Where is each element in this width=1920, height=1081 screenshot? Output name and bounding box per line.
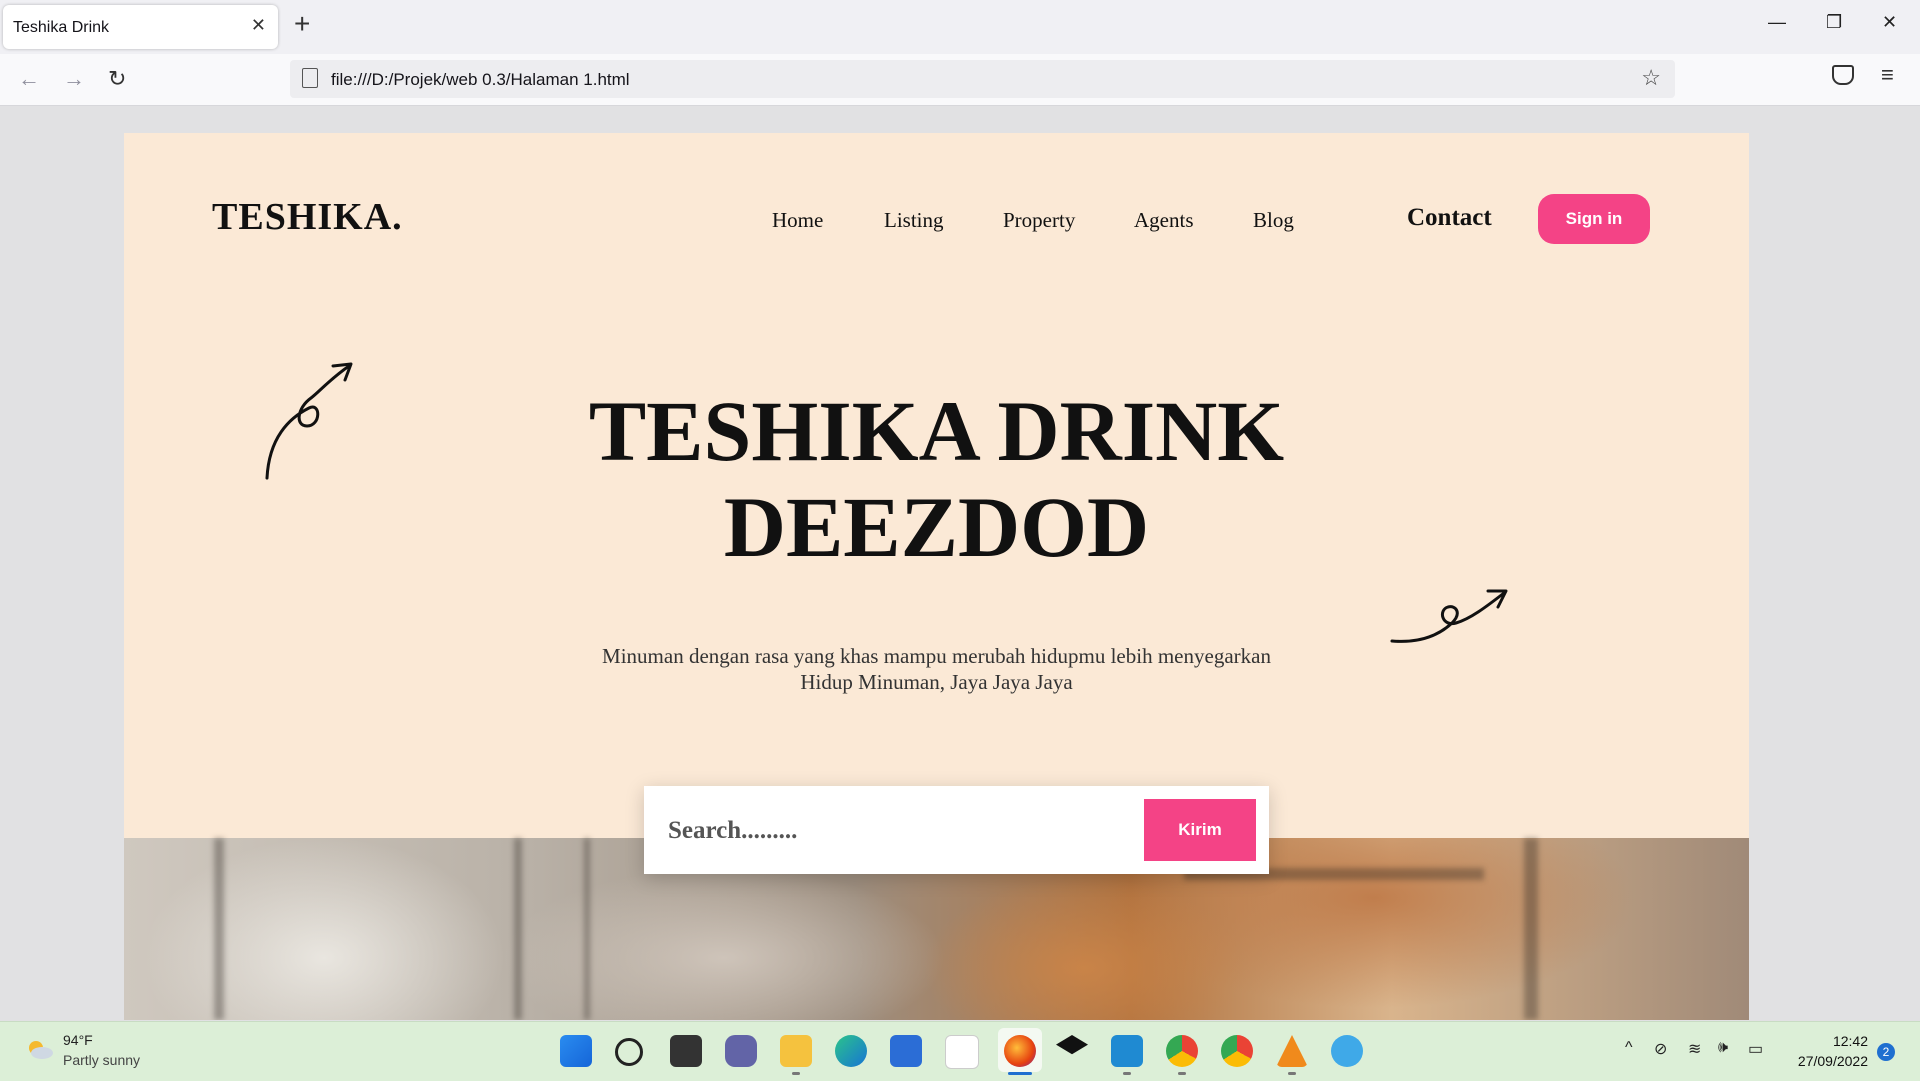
page-icon	[302, 68, 318, 88]
contact-link[interactable]: Contact	[1407, 204, 1492, 232]
minimize-icon[interactable]: —	[1768, 12, 1786, 33]
edge-icon[interactable]	[835, 1035, 867, 1067]
search-input[interactable]	[666, 808, 1110, 854]
nav-agents[interactable]: Agents	[1134, 208, 1194, 233]
decorative-arrow-right-icon	[1390, 589, 1508, 643]
close-window-icon[interactable]: ✕	[1882, 12, 1897, 33]
tab-bar: Teshika Drink ✕ + — ❐ ✕	[0, 0, 1920, 54]
pocket-icon[interactable]	[1832, 65, 1854, 85]
task-view-icon[interactable]	[670, 1035, 702, 1067]
back-icon[interactable]: ←	[18, 66, 40, 92]
bookmark-star-icon[interactable]: ☆	[1641, 65, 1661, 91]
file-explorer-icon[interactable]	[780, 1035, 812, 1067]
nav-listing[interactable]: Listing	[884, 208, 944, 233]
photo-blur-shape	[214, 838, 224, 1020]
nav-property[interactable]: Property	[1003, 208, 1075, 233]
paint-icon[interactable]	[1331, 1035, 1363, 1067]
windows-start-icon[interactable]	[560, 1035, 592, 1067]
vscode-icon[interactable]	[1111, 1035, 1143, 1067]
store-icon[interactable]	[890, 1035, 922, 1067]
url-bar[interactable]: file:///D:/Projek/web 0.3/Halaman 1.html…	[290, 60, 1675, 98]
web-page: TESHIKA. Home Listing Property Agents Bl…	[124, 133, 1749, 1020]
weather-condition[interactable]: Partly sunny	[63, 1052, 140, 1068]
weather-temperature[interactable]: 94°F	[63, 1032, 93, 1048]
hero-subtitle-line-2: Hidup Minuman, Jaya Jaya Jaya	[800, 670, 1073, 694]
running-indicator	[1123, 1072, 1131, 1075]
chrome-profile-icon[interactable]	[1166, 1035, 1198, 1067]
taskbar: 94°F Partly sunny ^ ⊘ ≋ 🕪 ▭ 12:42 27/09/…	[0, 1021, 1920, 1081]
hero-section: TESHIKA. Home Listing Property Agents Bl…	[124, 133, 1749, 838]
kirim-button[interactable]: Kirim	[1144, 799, 1256, 861]
amazon-icon[interactable]	[945, 1035, 979, 1069]
hero-title-line-2: DEEZDOD	[723, 479, 1150, 575]
hero-subtitle-line-1: Minuman dengan rasa yang khas mampu meru…	[602, 644, 1271, 668]
search-box: Kirim	[644, 786, 1269, 874]
photo-blur-shape	[514, 838, 522, 1020]
active-indicator	[1008, 1072, 1032, 1075]
navigation-bar: ← → ↻ file:///D:/Projek/web 0.3/Halaman …	[0, 54, 1920, 106]
battery-icon[interactable]: ▭	[1748, 1039, 1763, 1059]
firefox-icon[interactable]	[1004, 1035, 1036, 1067]
chrome-icon[interactable]	[1221, 1035, 1253, 1067]
running-indicator	[1288, 1072, 1296, 1075]
tray-overflow-icon[interactable]: ^	[1625, 1039, 1633, 1057]
clock-date[interactable]: 27/09/2022	[1768, 1053, 1868, 1069]
url-text: file:///D:/Projek/web 0.3/Halaman 1.html	[331, 70, 630, 89]
dropbox-icon[interactable]	[1056, 1035, 1088, 1055]
hero-subtitle: Minuman dengan rasa yang khas mampu meru…	[554, 643, 1319, 695]
nav-blog[interactable]: Blog	[1253, 208, 1294, 233]
photo-blur-shape	[584, 838, 590, 1020]
wifi-icon[interactable]: ≋	[1688, 1039, 1701, 1059]
hamburger-menu-icon[interactable]: ≡	[1881, 62, 1894, 88]
network-warning-icon[interactable]: ⊘	[1654, 1039, 1667, 1059]
notification-badge[interactable]: 2	[1877, 1043, 1895, 1061]
nav-home[interactable]: Home	[772, 208, 823, 233]
forward-icon[interactable]: →	[63, 66, 85, 92]
clock-time[interactable]: 12:42	[1788, 1033, 1868, 1049]
site-logo[interactable]: TESHIKA.	[212, 195, 403, 239]
new-tab-icon[interactable]: +	[294, 8, 310, 40]
tab-title: Teshika Drink	[13, 19, 110, 36]
hero-title-line-1: TESHIKA DRINK	[588, 383, 1285, 479]
restore-icon[interactable]: ❐	[1826, 12, 1842, 33]
reload-icon[interactable]: ↻	[108, 66, 126, 92]
running-indicator	[792, 1072, 800, 1075]
search-icon[interactable]	[615, 1038, 643, 1066]
teams-chat-icon[interactable]	[725, 1035, 757, 1067]
volume-icon[interactable]: 🕪	[1718, 1039, 1728, 1057]
photo-blur-shape	[1524, 838, 1538, 1020]
decorative-arrow-left-icon	[265, 362, 353, 480]
browser-tab[interactable]: Teshika Drink ✕	[3, 5, 278, 49]
sign-in-button[interactable]: Sign in	[1538, 194, 1650, 244]
close-tab-icon[interactable]: ✕	[251, 15, 266, 36]
hero-title: TESHIKA DRINK DEEZDOD	[554, 383, 1319, 575]
running-indicator	[1178, 1072, 1186, 1075]
partly-sunny-icon[interactable]	[24, 1038, 54, 1060]
vlc-icon[interactable]	[1276, 1035, 1308, 1067]
